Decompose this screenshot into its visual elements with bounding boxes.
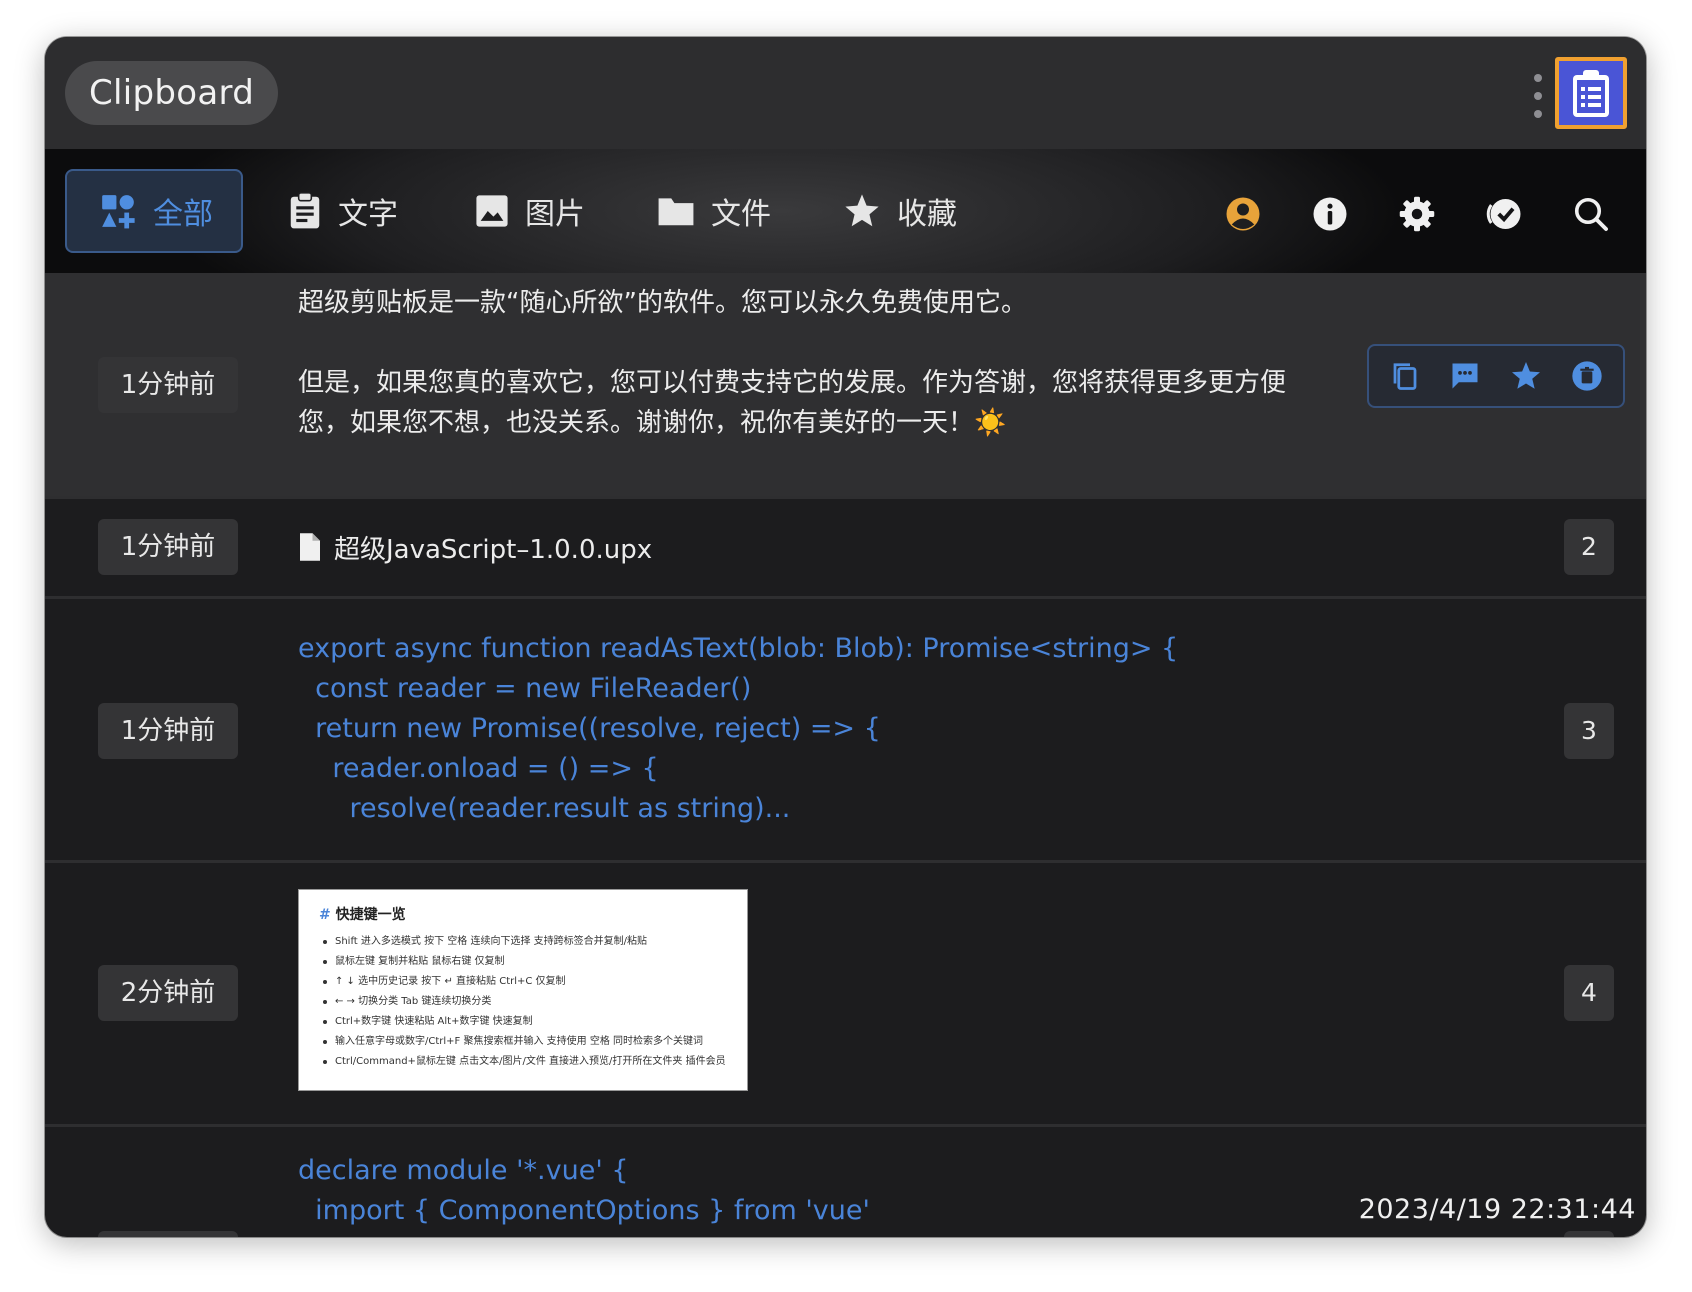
code-preview: export async function readAsText(blob: B…: [298, 629, 1178, 829]
code-line: export async function readAsText(blob: B…: [298, 633, 1179, 664]
comment-icon[interactable]: [1449, 361, 1481, 391]
time-badge: 1分钟前: [98, 357, 238, 413]
tab-favorites-label: 收藏: [897, 197, 957, 232]
check-all-icon[interactable]: [1486, 196, 1522, 232]
thumb-line: Shift 进入多选模式 按下 空格 连续向下选择 支持跨标签合并复制/粘贴: [319, 932, 727, 952]
info-icon[interactable]: [1312, 196, 1348, 232]
index-badge: [1564, 1231, 1614, 1237]
tab-text[interactable]: 文字: [288, 169, 398, 253]
code-line: const reader = new FileReader(): [298, 673, 752, 704]
text-line: [298, 323, 1286, 363]
tab-all[interactable]: 全部: [65, 169, 243, 253]
app-logo-icon: [1555, 57, 1627, 129]
thumb-line: Ctrl/Command+鼠标左键 点击文本/图片/文件 直接进入预览/打开所在…: [319, 1052, 727, 1072]
thumb-line: 鼠标左键 复制并粘贴 鼠标右键 仅复制: [319, 952, 727, 972]
list-item[interactable]: 2分钟前 # 快捷键一览 Shift 进入多选模式 按下 空格 连续向下选择 支…: [45, 863, 1646, 1127]
title-bar: Clipboard: [45, 37, 1646, 149]
tab-files[interactable]: 文件: [657, 169, 771, 253]
thumb-line: ← → 切换分类 Tab 键连续切换分类: [319, 992, 727, 1012]
settings-icon[interactable]: [1399, 196, 1435, 232]
image-icon: [476, 195, 508, 227]
list-item[interactable]: 1分钟前 超级剪贴板是一款“随心所欲”的软件。您可以永久免费使用它。但是，如果您…: [45, 273, 1646, 499]
file-icon: [300, 533, 320, 561]
index-badge: 2: [1564, 519, 1614, 575]
time-badge: 2分钟前: [98, 965, 238, 1021]
text-line: 但是，如果您真的喜欢它，您可以付费支持它的发展。作为答谢，您将获得更多更方便: [298, 368, 1287, 398]
category-icon: [102, 195, 135, 229]
tab-images[interactable]: 图片: [475, 169, 585, 253]
text-line: 您，如果您不想，也没关系。谢谢你，祝你有美好的一天！☀️: [298, 408, 1007, 438]
star-icon: [845, 194, 879, 227]
thumb-line: 输入任意字母或数字/Ctrl+F 聚焦搜索框并输入 支持使用 空格 同时检索多个…: [319, 1032, 727, 1052]
category-tab-bar: 全部 文字 图片 文件 收藏: [45, 149, 1646, 273]
time-badge: [98, 1231, 238, 1237]
code-line: import { ComponentOptions } from 'vue': [298, 1195, 870, 1226]
search-icon[interactable]: [1573, 196, 1609, 232]
thumb-line: Ctrl+数字键 快速粘贴 Alt+数字键 快速复制: [319, 1012, 727, 1032]
tab-files-label: 文件: [711, 197, 771, 232]
delete-icon[interactable]: [1571, 360, 1603, 392]
clipboard-window: Clipboard 全部 文字 图片 文件 收藏 1分钟前 超级剪贴板是一款“随…: [45, 37, 1646, 1237]
code-line: resolve(reader.result as string)...: [298, 793, 791, 824]
file-name: 超级JavaScript–1.0.0.upx: [334, 534, 653, 565]
code-line: reader.onload = () => {: [298, 753, 659, 784]
text-line: 超级剪贴板是一款“随心所欲”的软件。您可以永久免费使用它。: [298, 288, 1027, 318]
account-icon[interactable]: [1225, 196, 1261, 232]
list-item[interactable]: 1分钟前 export async function readAsText(bl…: [45, 599, 1646, 863]
window-title: Clipboard: [65, 61, 279, 125]
code-line: declare module '*.vue' {: [298, 1155, 629, 1186]
file-entry: 超级JavaScript–1.0.0.upx: [298, 527, 652, 567]
tab-images-label: 图片: [525, 197, 585, 232]
clipboard-history-list: 1分钟前 超级剪贴板是一款“随心所欲”的软件。您可以永久免费使用它。但是，如果您…: [45, 273, 1646, 1237]
code-line: return new Promise((resolve, reject) => …: [298, 713, 881, 744]
thumb-line: ↑ ↓ 选中历史记录 按下 ↵ 直接粘贴 Ctrl+C 仅复制: [319, 972, 727, 992]
image-thumbnail[interactable]: # 快捷键一览 Shift 进入多选模式 按下 空格 连续向下选择 支持跨标签合…: [298, 889, 748, 1091]
tab-favorites[interactable]: 收藏: [843, 169, 957, 253]
thumb-heading: # 快捷键一览: [319, 907, 406, 923]
copy-icon[interactable]: [1390, 360, 1420, 392]
tab-all-label: 全部: [153, 197, 213, 232]
time-badge: 1分钟前: [98, 703, 238, 759]
index-badge: 3: [1564, 703, 1614, 759]
index-badge: 4: [1564, 965, 1614, 1021]
copied-datetime: 2023/4/19 22:31:44: [1358, 1194, 1636, 1225]
code-preview: declare module '*.vue' { import { Compon…: [298, 1151, 870, 1231]
clipboard-text-icon: [290, 192, 320, 229]
item-action-bar: [1367, 344, 1625, 408]
favorite-icon[interactable]: [1510, 360, 1542, 392]
time-badge: 1分钟前: [98, 519, 238, 575]
tab-text-label: 文字: [338, 197, 398, 232]
text-preview: 超级剪贴板是一款“随心所欲”的软件。您可以永久免费使用它。但是，如果您真的喜欢它…: [298, 283, 1286, 443]
more-menu-icon[interactable]: [1533, 74, 1543, 118]
folder-icon: [658, 198, 694, 226]
list-item[interactable]: 1分钟前 超级JavaScript–1.0.0.upx 2: [45, 499, 1646, 599]
